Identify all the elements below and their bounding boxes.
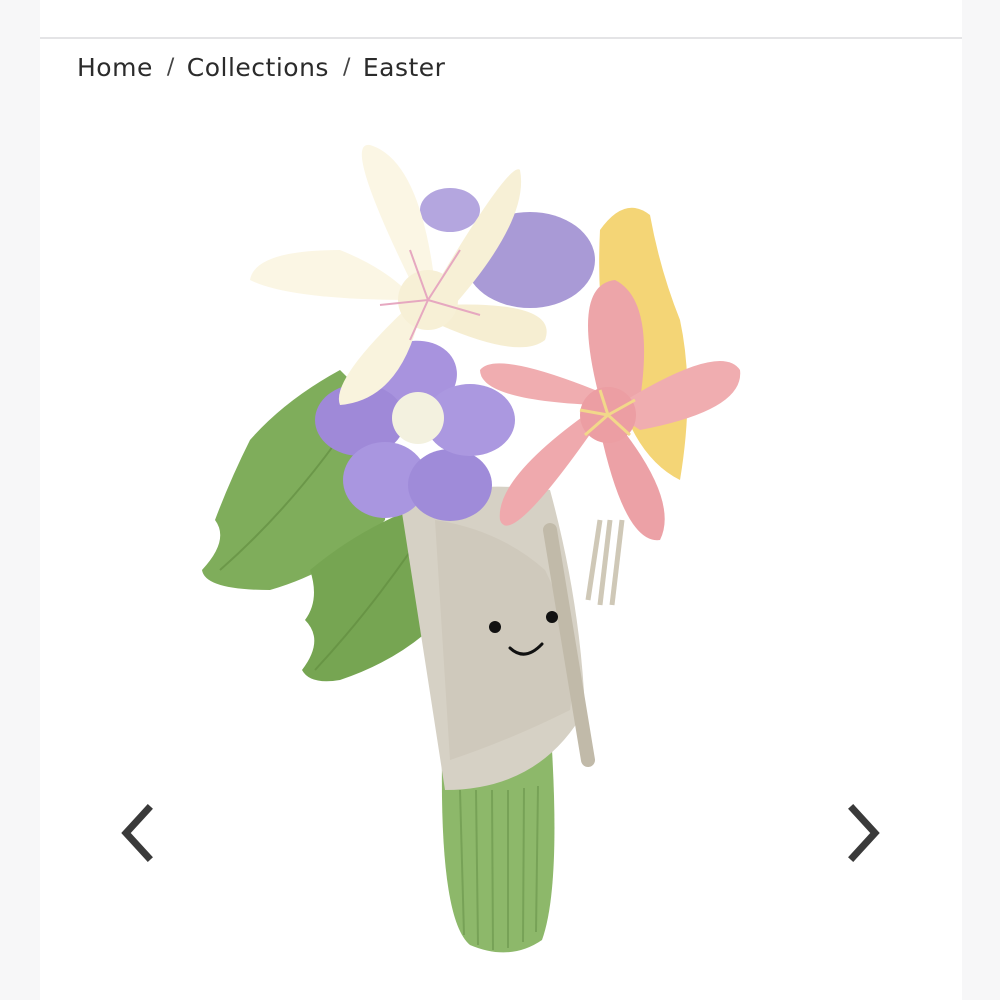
chevron-left-icon bbox=[121, 804, 153, 862]
breadcrumb-collections-link[interactable]: Collections bbox=[187, 53, 329, 82]
gallery-next-button[interactable] bbox=[833, 798, 893, 868]
product-image bbox=[202, 144, 741, 953]
breadcrumb-home-link[interactable]: Home bbox=[77, 53, 153, 82]
breadcrumb-separator: / bbox=[342, 55, 351, 80]
product-page: Home / Collections / Easter bbox=[40, 0, 962, 1000]
breadcrumb-separator: / bbox=[166, 55, 175, 80]
chevron-right-icon bbox=[848, 804, 880, 862]
gallery-prev-button[interactable] bbox=[108, 798, 168, 868]
product-gallery bbox=[40, 100, 962, 1000]
header-divider bbox=[40, 37, 962, 39]
breadcrumb: Home / Collections / Easter bbox=[77, 53, 445, 82]
breadcrumb-current-page: Easter bbox=[362, 53, 446, 82]
bouquet-stems bbox=[585, 519, 625, 606]
bouquet-wrap bbox=[400, 486, 595, 790]
